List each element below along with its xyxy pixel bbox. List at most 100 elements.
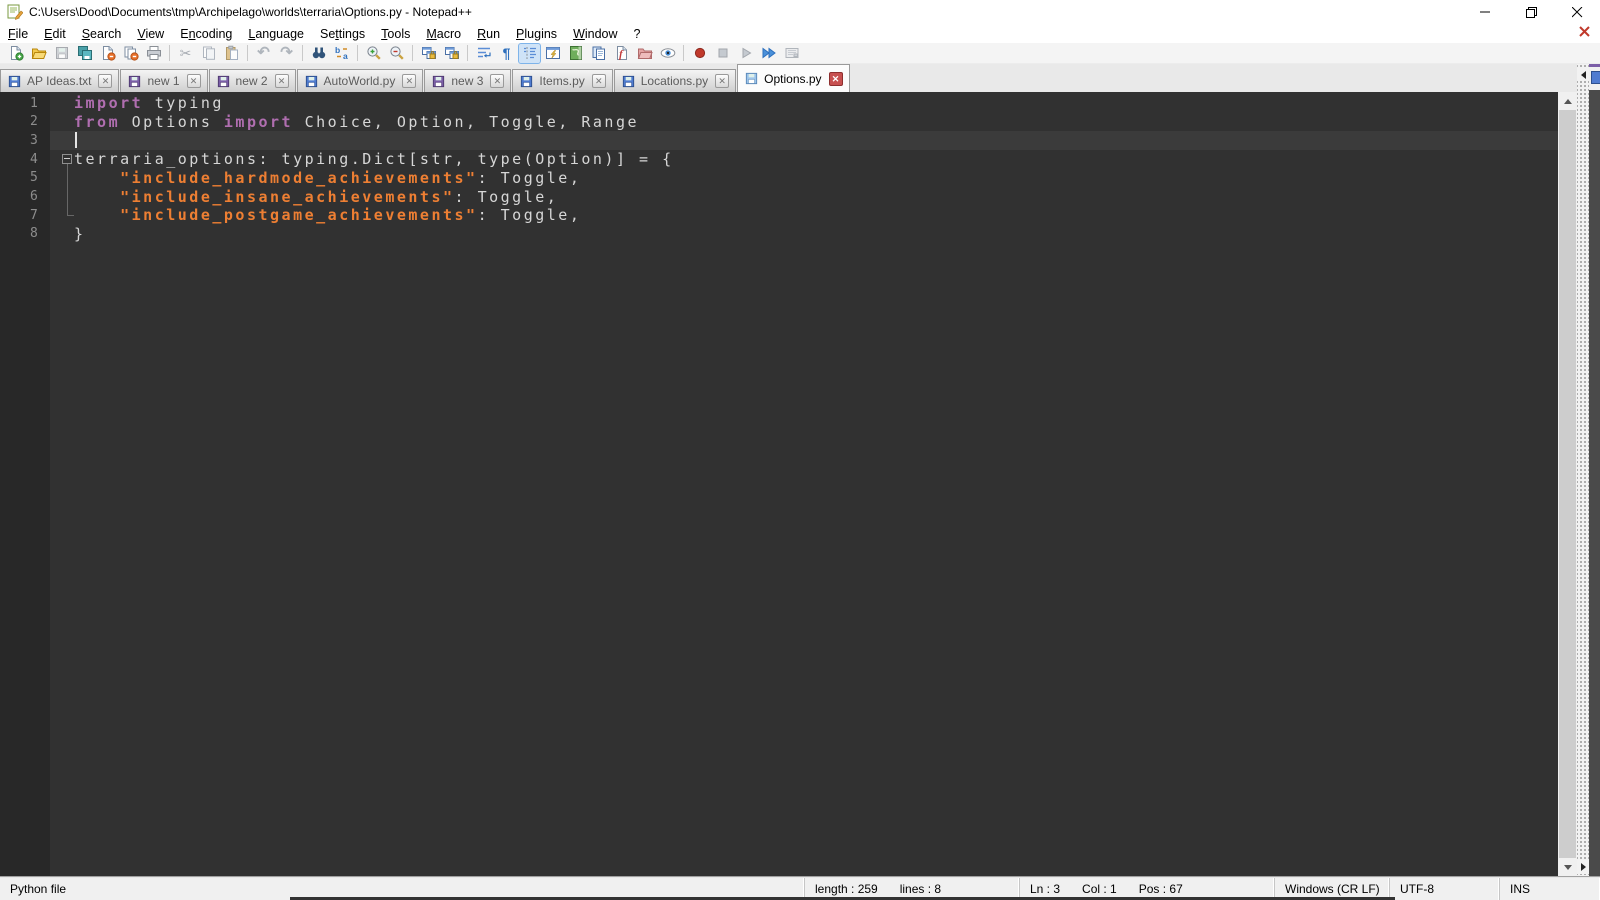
tab-scroll-left-icon[interactable] [1577,69,1589,81]
menu-item-tools[interactable]: Tools [373,26,418,42]
tab-close-icon[interactable]: ✕ [186,74,201,88]
menu-item-plugins[interactable]: Plugins [508,26,565,42]
scroll-right-arrow-icon[interactable] [1577,860,1589,874]
sync-vertical-scroll-button[interactable] [418,44,439,63]
document-map-button[interactable] [565,44,586,63]
menu-item-search[interactable]: Search [74,26,130,42]
menu-item-settings[interactable]: Settings [312,26,373,42]
code-line-1[interactable]: 1 import typing [0,94,1558,113]
tab-new-2[interactable]: new 2 ✕ [208,69,296,92]
macro-record-button[interactable] [689,44,710,63]
status-insert-mode[interactable]: INS [1500,878,1600,900]
copy-button[interactable] [198,44,219,63]
second-view-tab[interactable] [1589,64,1600,90]
tab-new-1[interactable]: new 1 ✕ [120,69,208,92]
tab-close-icon[interactable]: ✕ [402,74,417,88]
save-file-button[interactable] [51,44,72,63]
status-encoding[interactable]: UTF-8 [1390,878,1500,900]
menu-item-run[interactable]: Run [469,26,508,42]
tab-new-3[interactable]: new 3 ✕ [424,69,512,92]
sync-horizontal-scroll-button[interactable] [441,44,462,63]
user-defined-language-button[interactable] [542,44,563,63]
vertical-scrollbar[interactable] [1558,92,1577,876]
encoding-label: UTF-8 [1400,882,1434,896]
maximize-button[interactable] [1508,0,1554,24]
menu-item-edit[interactable]: Edit [36,26,74,42]
tab-autoworld.py[interactable]: AutoWorld.py ✕ [296,69,424,92]
undo-button[interactable]: ↶ [253,44,274,63]
tab-items.py[interactable]: Items.py ✕ [512,69,613,92]
code-line-8[interactable]: 8} [0,224,1558,243]
show-all-characters-button[interactable]: ¶ [496,44,517,63]
close-file-icon [100,45,116,61]
tab-locations.py[interactable]: Locations.py ✕ [613,69,737,92]
svg-text:a: a [343,51,348,61]
zoom-out-button[interactable] [386,44,407,63]
close-file-button[interactable] [97,44,118,63]
fold-collapse-icon[interactable] [50,150,74,169]
save-file-icon [54,45,70,61]
menu-item-file[interactable]: File [0,26,36,42]
document-list-button[interactable] [588,44,609,63]
floppy-icon [127,74,142,89]
view-splitter-handle[interactable] [1577,64,1589,876]
word-wrap-button[interactable] [473,44,494,63]
tab-close-icon[interactable]: ✕ [828,71,843,86]
tab-close-icon[interactable]: ✕ [715,74,730,88]
line-number: 8 [30,226,40,242]
menu-item-view[interactable]: View [129,26,172,42]
close-button[interactable] [1554,0,1600,24]
title-bar: C:\Users\Dood\Documents\tmp\Archipelago\… [0,0,1600,24]
scrollbar-thumb[interactable] [1559,110,1576,858]
macro-play-icon [738,45,754,61]
save-all-button[interactable] [74,44,95,63]
menu-item-[interactable]: ? [626,26,649,42]
menu-item-window[interactable]: Window [565,26,625,42]
macro-stop-button[interactable] [712,44,733,63]
tab-close-icon[interactable]: ✕ [591,74,606,88]
close-all-button[interactable] [120,44,141,63]
floppy-icon [304,74,319,89]
cut-button[interactable]: ✂ [175,44,196,63]
macro-save-button[interactable] [781,44,802,63]
find-button[interactable] [308,44,329,63]
code-line-5[interactable]: 5 "include_hardmode_achievements": Toggl… [0,168,1558,188]
menu-item-language[interactable]: Language [240,26,312,42]
scroll-up-arrow-icon[interactable] [1558,92,1577,110]
tab-close-icon[interactable]: ✕ [490,74,505,88]
function-list-button[interactable]: f [611,44,632,63]
text-caret [75,132,77,149]
tab-close-icon[interactable]: ✕ [98,74,113,88]
show-indent-guide-button[interactable] [518,42,541,64]
paste-button[interactable] [221,44,242,63]
menu-item-macro[interactable]: Macro [418,26,469,42]
close-document-icon[interactable] [1578,25,1592,39]
folder-as-workspace-button[interactable] [634,44,655,63]
undo-icon: ↶ [257,44,270,61]
editor-text-area[interactable]: 1 import typing 2 from Options import Choic… [0,92,1558,876]
scroll-down-arrow-icon[interactable] [1558,858,1577,876]
code-line-6[interactable]: 6 "include_insane_achievements": Toggle, [0,187,1558,206]
redo-button[interactable]: ↷ [276,44,297,63]
eol-label: Windows (CR LF) [1285,882,1380,896]
menu-item-encoding[interactable]: Encoding [172,26,240,42]
replace-button[interactable]: ba [331,44,352,63]
minimize-button[interactable] [1462,0,1508,24]
code-line-2[interactable]: 2 from Options import Choice, Option, Tog… [0,113,1558,132]
print-button[interactable] [143,44,164,63]
macro-run-multiple-button[interactable] [758,44,779,63]
macro-play-button[interactable] [735,44,756,63]
code-line-3[interactable]: 3 [0,131,1558,150]
length-label: length : 259 [815,882,878,896]
monitoring-button[interactable] [657,44,678,63]
document-list-icon [591,45,607,61]
new-file-button[interactable] [5,44,26,63]
open-file-button[interactable] [28,44,49,63]
tab-close-icon[interactable]: ✕ [274,74,289,88]
code-line-7[interactable]: 7 "include_postgame_achievements": Toggl… [0,205,1558,225]
code-line-4[interactable]: 4 terraria_options: typing.Dict[str, type… [0,150,1558,169]
tab-ap-ideas.txt[interactable]: AP Ideas.txt ✕ [0,69,120,92]
tab-options.py[interactable]: Options.py ✕ [737,64,850,92]
zoom-in-button[interactable] [363,44,384,63]
line-number: 1 [30,95,40,111]
